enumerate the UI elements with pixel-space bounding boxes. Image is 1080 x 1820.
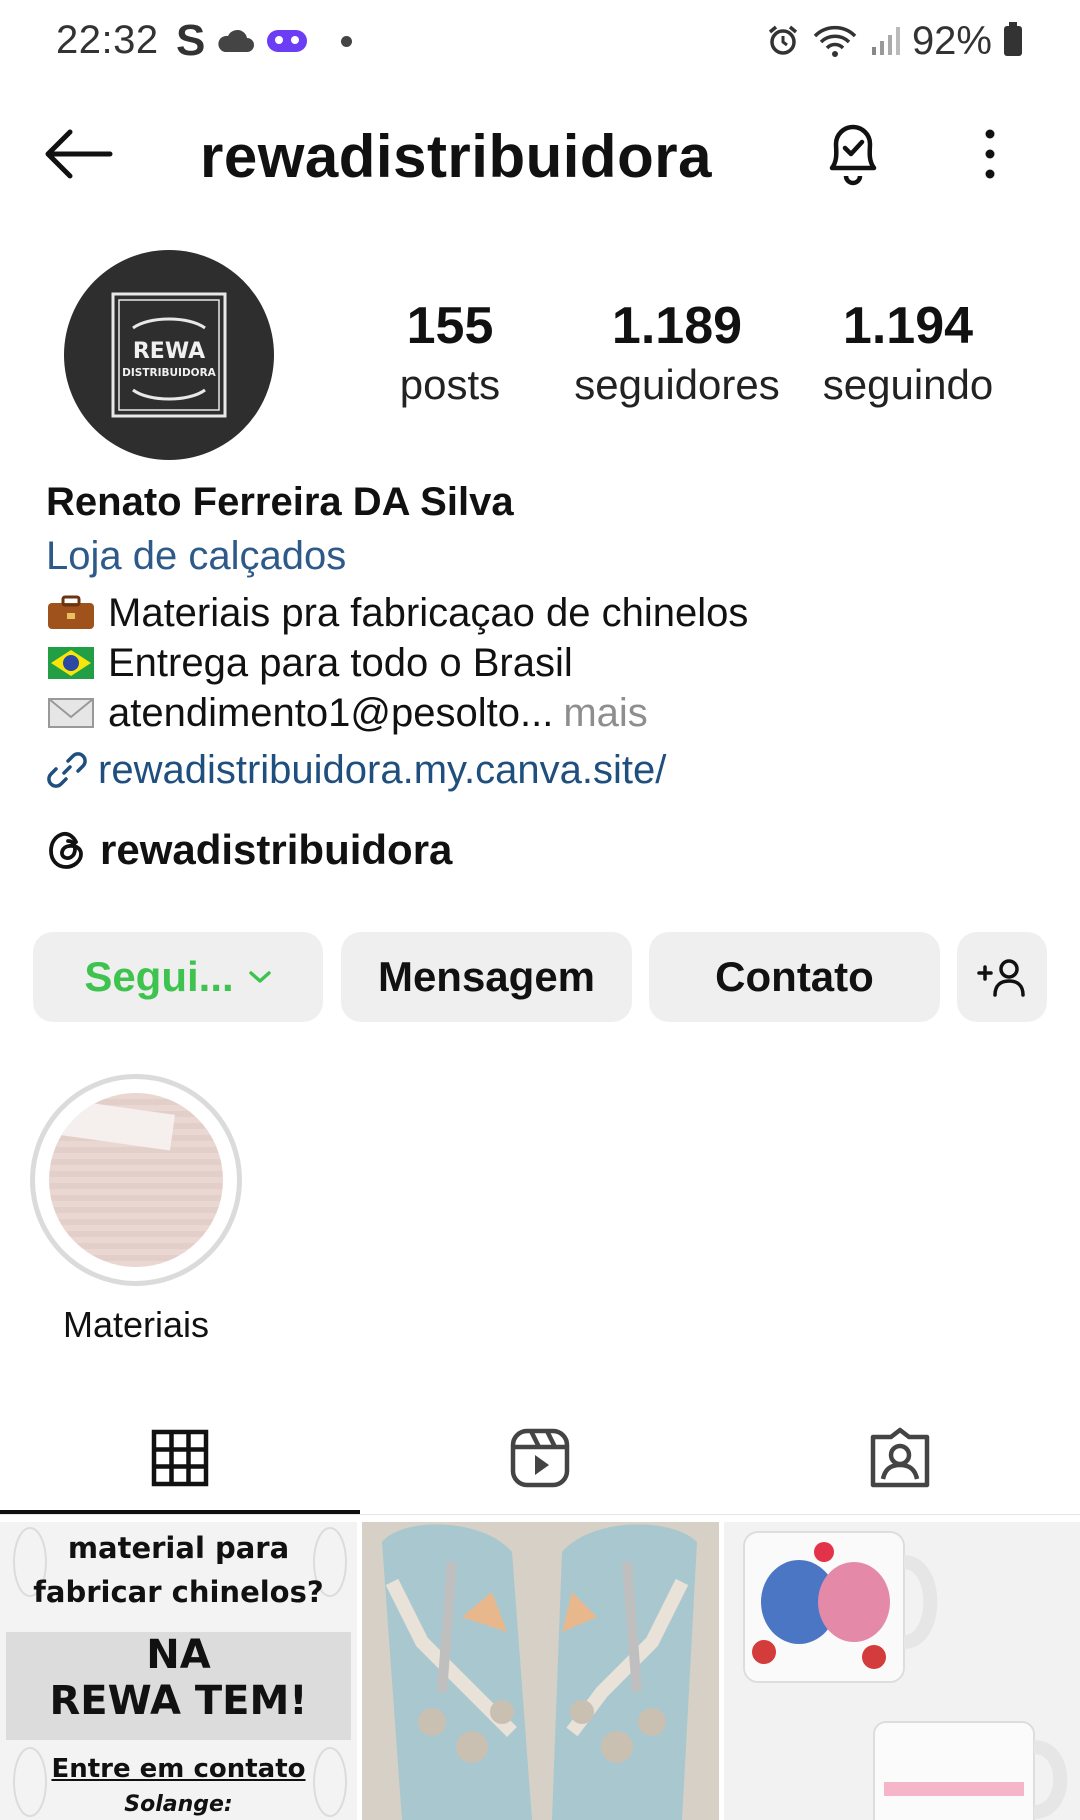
bio-line: Entrega para todo o Brasil — [46, 638, 1036, 688]
highlight-label: Materiais — [62, 1304, 210, 1345]
wifi-icon — [813, 25, 857, 57]
page-title: rewadistribuidora — [200, 123, 712, 190]
posts-label: posts — [399, 361, 501, 408]
status-bar: 22:32 S 92% — [0, 0, 1080, 84]
tab-tagged[interactable] — [720, 1400, 1080, 1516]
envelope-icon — [48, 698, 94, 728]
notification-bell-icon[interactable] — [818, 116, 888, 188]
tab-posts-grid[interactable] — [0, 1400, 360, 1516]
following-count: 1.194 — [842, 297, 974, 355]
threads-icon — [49, 831, 83, 869]
game-controller-icon — [267, 30, 308, 52]
briefcase-icon — [48, 595, 94, 629]
message-button[interactable]: Mensagem — [341, 932, 632, 1022]
highlight-ring — [30, 1074, 242, 1286]
status-right-icons: 92% — [766, 18, 1022, 64]
post-tile[interactable] — [362, 1522, 719, 1820]
link-icon — [47, 752, 87, 788]
more-options-icon[interactable] — [970, 124, 1010, 184]
followers-count: 1.189 — [611, 297, 743, 355]
following-button[interactable]: Segui... — [33, 932, 323, 1022]
bio-line: Materiais pra fabricaçao de chinelos — [46, 588, 1036, 638]
following-label: Segui... — [84, 953, 234, 1000]
bio-more-link[interactable]: mais — [563, 691, 647, 736]
signal-icon — [871, 27, 900, 55]
stat-posts[interactable]: 155 posts — [370, 296, 530, 414]
profile-name: Renato Ferreira DA Silva — [46, 480, 514, 524]
post-headline: NA REWA TEM! — [49, 1632, 308, 1724]
reels-icon — [510, 1428, 570, 1488]
bio-link-text: rewadistribuidora.my.canva.site/ — [98, 747, 667, 792]
threads-badge[interactable]: rewadistribuidora — [46, 820, 452, 880]
rewa-logo: REWA DISTRIBUIDORA — [111, 292, 227, 418]
profile-bio: Renato Ferreira DA Silva Loja de calçado… — [46, 480, 1036, 798]
profile-stats: 155 posts 1.189 seguidores 1.194 seguind… — [370, 296, 1030, 416]
post-tile[interactable]: material para fabricar chinelos? NA REWA… — [0, 1522, 357, 1820]
post-cta: Entre em contato — [51, 1754, 306, 1784]
profile-category[interactable]: Loja de calçados — [46, 534, 1036, 588]
battery-icon — [1004, 22, 1022, 56]
cloud-icon — [218, 29, 255, 52]
stat-followers[interactable]: 1.189 seguidores — [572, 296, 782, 414]
svg-text:REWA: REWA — [133, 339, 205, 364]
avatar[interactable]: REWA DISTRIBUIDORA — [64, 250, 274, 460]
tab-reels[interactable] — [360, 1400, 720, 1516]
post-tile[interactable] — [724, 1522, 1080, 1820]
profile-header: rewadistribuidora — [0, 104, 1080, 200]
posts-grid: material para fabricar chinelos? NA REWA… — [0, 1522, 1080, 1820]
add-person-icon — [977, 959, 1025, 997]
contact-button[interactable]: Contato — [649, 932, 940, 1022]
highlight-thumbnail — [49, 1093, 223, 1267]
tab-divider — [0, 1514, 1080, 1515]
grid-icon — [151, 1429, 209, 1487]
chevron-down-icon — [248, 971, 271, 983]
post-contact: Solange: — [124, 1792, 233, 1817]
suggested-users-button[interactable] — [957, 932, 1047, 1022]
mugs-image — [724, 1522, 1080, 1820]
followers-label: seguidores — [574, 361, 780, 408]
tagged-icon — [870, 1427, 930, 1488]
stat-following[interactable]: 1.194 seguindo — [818, 296, 998, 414]
notification-dot — [341, 35, 353, 47]
back-arrow-icon[interactable] — [40, 124, 116, 184]
alarm-icon — [768, 25, 798, 55]
post-text: material para fabricar chinelos? — [33, 1531, 324, 1609]
bio-line: atendimento1@pesolto... mais — [46, 688, 1036, 738]
following-label: seguindo — [822, 361, 994, 408]
s-app-icon: S — [176, 16, 206, 65]
content-tabs — [0, 1400, 1080, 1516]
svg-text:DISTRIBUIDORA: DISTRIBUIDORA — [122, 367, 217, 379]
threads-handle: rewadistribuidora — [100, 826, 453, 873]
brazil-flag-icon — [48, 647, 94, 679]
bio-website-link[interactable]: rewadistribuidora.my.canva.site/ — [46, 742, 1036, 798]
sandals-image — [362, 1522, 719, 1820]
story-highlight[interactable]: Materiais — [30, 1074, 242, 1346]
status-left-icons: S — [176, 16, 353, 65]
battery-percent: 92% — [911, 18, 992, 63]
posts-count: 155 — [406, 297, 494, 355]
status-time: 22:32 — [56, 18, 159, 62]
